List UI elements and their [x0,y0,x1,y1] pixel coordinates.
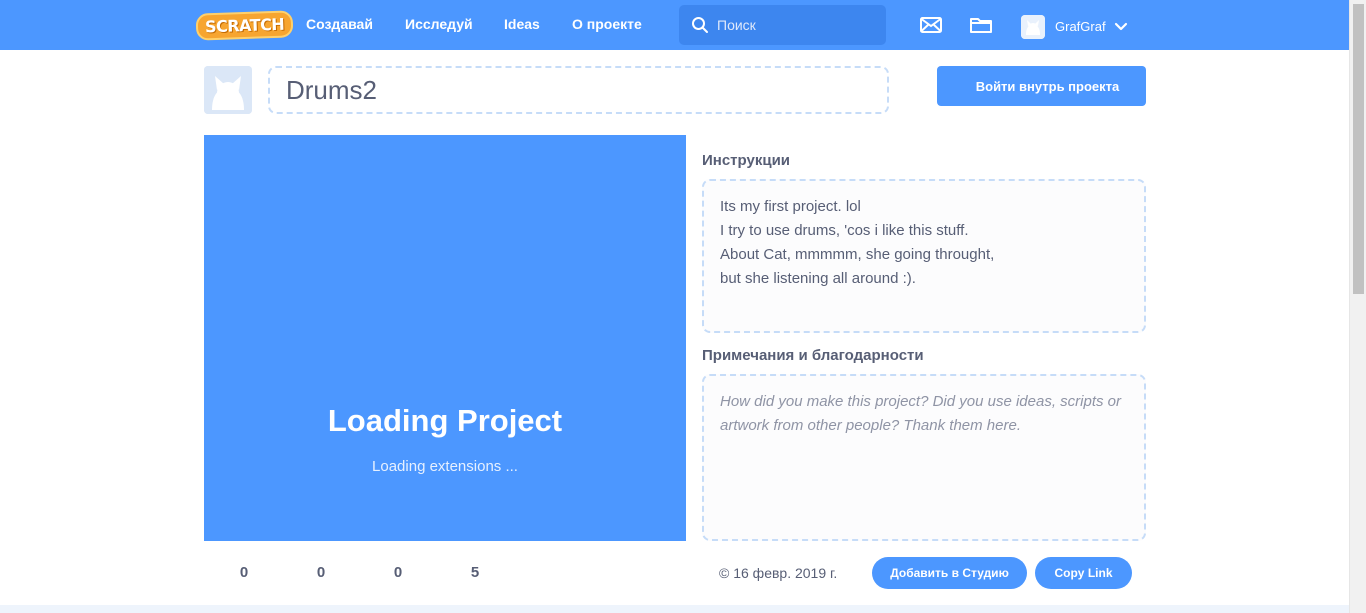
nav-link-ideas[interactable]: Ideas [504,16,540,32]
notes-placeholder: How did you make this project? Did you u… [720,393,1122,434]
project-stage[interactable]: Loading Project Loading extensions ... [204,135,686,541]
instructions-label: Инструкции [702,152,791,169]
search-box [679,5,886,45]
loading-subtitle: Loading extensions ... [372,458,518,475]
chevron-down-icon[interactable] [1114,22,1128,32]
user-avatar[interactable] [1021,15,1045,39]
top-navbar: SCRATCH Создавай Исследуй Ideas О проект… [0,0,1349,50]
instructions-line: but she listening all around :). [720,270,916,287]
share-date: © 16 февр. 2019 г. [719,565,837,581]
nav-link-about[interactable]: О проекте [572,16,642,32]
see-inside-button[interactable]: Войти внутрь проекта [937,66,1146,106]
page-scrollbar[interactable] [1349,0,1366,613]
stat-favorites[interactable]: 0 [309,564,333,581]
search-input[interactable] [717,5,877,45]
search-icon [692,17,708,33]
scratch-logo[interactable]: SCRATCH [195,10,294,41]
nav-link-explore[interactable]: Исследуй [405,16,473,32]
project-author-avatar[interactable] [204,66,252,114]
stat-views: 5 [470,564,480,581]
scrollbar-thumb[interactable] [1353,4,1364,294]
add-to-studio-button[interactable]: Добавить в Студию [872,557,1027,589]
cat-avatar-icon [204,66,252,114]
copyright-icon: © [719,565,730,581]
loading-title: Loading Project [327,403,563,438]
messages-envelope-icon[interactable] [919,15,943,35]
username-label[interactable]: GrafGraf [1055,19,1106,34]
instructions-line: About Cat, mmmmm, she going throught, [720,246,995,263]
share-date-text: 16 февр. 2019 г. [733,565,838,581]
nav-link-create[interactable]: Создавай [306,16,373,32]
page-bottom-strip [0,605,1349,613]
copy-link-button[interactable]: Copy Link [1035,557,1132,589]
instructions-line: Its my first project. lol [720,198,861,215]
scratch-logo-text: SCRATCH [195,10,294,41]
notes-textarea[interactable]: How did you make this project? Did you u… [702,374,1146,541]
cat-avatar-icon [1021,15,1045,39]
stat-remixes: 0 [393,564,403,581]
project-title-input[interactable] [268,66,889,114]
instructions-line: I try to use drums, 'cos i like this stu… [720,222,969,239]
notes-label: Примечания и благодарности [702,347,924,364]
instructions-textarea[interactable]: Its my first project. lol I try to use d… [702,179,1146,333]
stat-loves[interactable]: 0 [232,564,256,581]
my-stuff-folder-icon[interactable] [969,15,993,35]
